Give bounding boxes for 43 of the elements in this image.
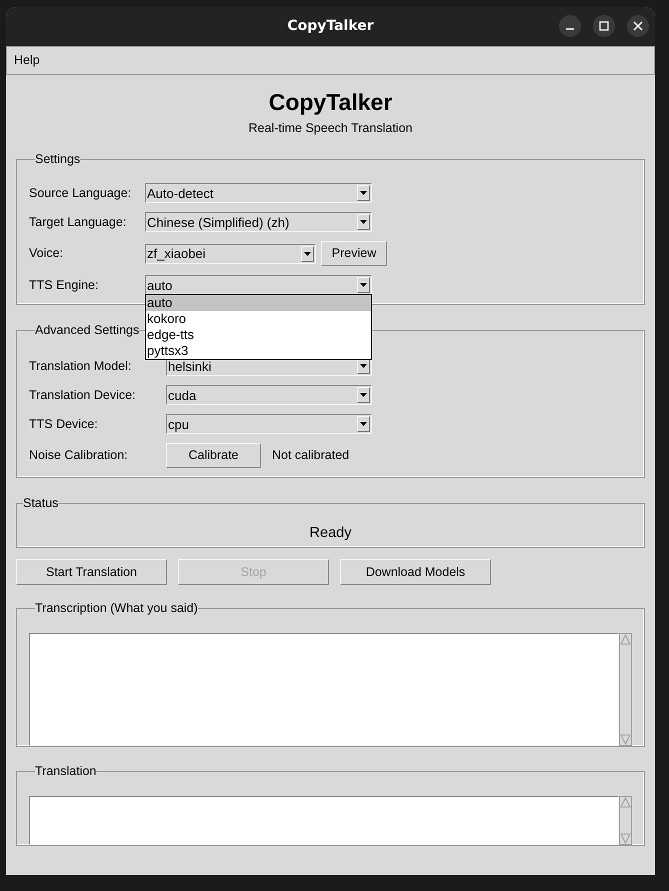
dropdown-value: Chinese (Simplified) (zh) [147, 216, 290, 228]
group-title: Transcription (What you said) [35, 601, 198, 615]
dropdown-value: cpu [168, 418, 189, 430]
text-area[interactable] [29, 796, 619, 845]
group-title: Advanced Settings [35, 323, 140, 337]
dropdown[interactable]: Auto-detect [145, 183, 372, 203]
dropdown-value: cuda [168, 388, 196, 402]
group-title: Status [23, 496, 58, 510]
group-title: Settings [35, 152, 80, 166]
dropdown-value: zf_xiaobei [147, 247, 206, 260]
maximize-button[interactable] [593, 15, 615, 37]
field-label: Translation Device: [29, 386, 137, 404]
calibration-status: Not calibrated [272, 447, 350, 464]
status-text: Ready [310, 524, 352, 543]
field-label: Source Language: [29, 184, 132, 202]
button[interactable]: Preview [321, 241, 387, 266]
group-title: Translation [35, 764, 96, 778]
dropdown[interactable]: Chinese (Simplified) (zh) [145, 212, 372, 232]
field-label: TTS Device: [29, 416, 99, 433]
app-title: CopyTalker [268, 88, 392, 116]
dropdown[interactable]: cpu [166, 414, 372, 434]
dropdown[interactable]: zf_xiaobei [145, 244, 316, 264]
subtitle: Real-time Speech Translation [248, 121, 412, 136]
field-label: Translation Model: [29, 358, 132, 375]
dropdown-value: helsinki [168, 360, 212, 372]
button[interactable]: Start Translation [16, 559, 167, 585]
dropdown-value: auto [147, 278, 172, 292]
field-label: Target Language: [29, 214, 128, 231]
dropdown[interactable]: auto [145, 275, 372, 295]
minimize-button[interactable] [559, 15, 581, 37]
menu-item[interactable]: Help [14, 51, 40, 70]
maximize-icon[interactable] [599, 21, 609, 31]
dropdown-option[interactable]: auto [146, 295, 371, 311]
window-title: CopyTalker [287, 17, 374, 36]
button[interactable]: Calibrate [166, 443, 261, 468]
field-label: Voice: [29, 245, 64, 262]
close-icon[interactable] [633, 21, 643, 31]
button[interactable]: Download Models [340, 559, 491, 585]
dropdown-value: Auto-detect [147, 186, 214, 200]
close-button[interactable] [627, 15, 649, 37]
field-label: Noise Calibration: [29, 447, 129, 464]
field-label: TTS Engine: [29, 276, 100, 294]
dropdown[interactable]: cuda [166, 385, 372, 405]
